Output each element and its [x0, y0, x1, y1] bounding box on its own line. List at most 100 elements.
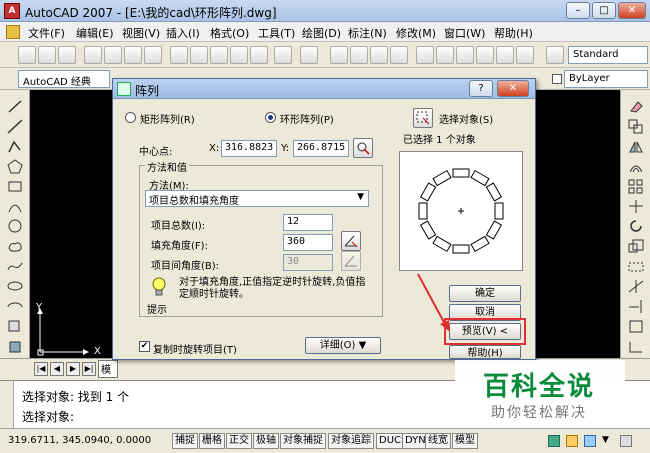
command-grip[interactable]	[0, 381, 14, 429]
ortho-toggle[interactable]: 正交	[226, 433, 252, 449]
copy-icon[interactable]	[190, 46, 208, 64]
dialog-help-button[interactable]: ?	[469, 80, 493, 97]
clean-screen-icon[interactable]	[620, 435, 632, 447]
make-block-icon[interactable]	[6, 338, 24, 355]
osnap-toggle[interactable]: 对象捕捉	[280, 433, 326, 449]
polar-array-radio[interactable]	[265, 112, 276, 123]
comm-center-icon[interactable]	[548, 435, 560, 447]
pick-fill-angle-icon[interactable]	[341, 231, 361, 251]
menu-file[interactable]: 文件(F)	[28, 25, 65, 41]
publish-icon[interactable]	[124, 46, 142, 64]
markup-icon[interactable]	[496, 46, 514, 64]
open-file-icon[interactable]	[38, 46, 56, 64]
model-toggle[interactable]: 模型	[452, 433, 478, 449]
text-style-combo[interactable]: Standard	[568, 46, 648, 64]
color-combo[interactable]: ByLayer	[564, 70, 648, 88]
stretch-icon[interactable]	[627, 258, 645, 275]
first-tab-icon[interactable]: |◀	[34, 362, 48, 376]
menu-modify[interactable]: 修改(M)	[396, 25, 436, 41]
zoom-realtime-icon[interactable]	[350, 46, 368, 64]
tool-palettes-icon[interactable]	[456, 46, 474, 64]
construction-line-icon[interactable]	[6, 118, 24, 135]
copy-object-icon[interactable]	[627, 118, 645, 135]
polar-toggle[interactable]: 极轴	[253, 433, 279, 449]
dialog-close-button[interactable]: ✕	[497, 80, 529, 97]
snap-toggle[interactable]: 捕捉	[172, 433, 198, 449]
prev-tab-icon[interactable]: ◀	[50, 362, 64, 376]
design-center-icon[interactable]	[436, 46, 454, 64]
close-button[interactable]: ✕	[618, 2, 646, 19]
print-icon[interactable]	[84, 46, 102, 64]
menu-tools[interactable]: 工具(T)	[258, 25, 295, 41]
menu-view[interactable]: 视图(V)	[122, 25, 160, 41]
polygon-icon[interactable]	[6, 158, 24, 175]
arc-icon[interactable]	[6, 198, 24, 215]
mirror-icon[interactable]	[627, 138, 645, 155]
grid-toggle[interactable]: 栅格	[199, 433, 225, 449]
block-editor-icon[interactable]	[250, 46, 268, 64]
select-objects-icon[interactable]	[413, 108, 433, 128]
save-icon[interactable]	[58, 46, 76, 64]
otrack-toggle[interactable]: 对象追踪	[328, 433, 374, 449]
plot-icon[interactable]	[144, 46, 162, 64]
paste-icon[interactable]	[210, 46, 228, 64]
details-button[interactable]: 详细(O) ▼	[305, 337, 381, 354]
rotate-icon[interactable]	[627, 218, 645, 235]
select-objects-label[interactable]: 选择对象(S)	[439, 111, 493, 126]
polyline-icon[interactable]	[6, 138, 24, 155]
line-icon[interactable]	[6, 98, 24, 115]
spline-icon[interactable]	[6, 258, 24, 275]
properties-icon[interactable]	[416, 46, 434, 64]
angle-between-field[interactable]: 30	[283, 254, 333, 271]
last-tab-icon[interactable]: ▶|	[82, 362, 96, 376]
tab-model[interactable]: 模	[98, 360, 118, 378]
menu-help[interactable]: 帮助(H)	[494, 25, 533, 41]
center-y-field[interactable]: 266.8715	[293, 140, 349, 157]
menu-edit[interactable]: 编辑(E)	[76, 25, 114, 41]
zoom-window-icon[interactable]	[370, 46, 388, 64]
move-icon[interactable]	[627, 198, 645, 215]
fill-angle-field[interactable]: 360	[283, 234, 333, 251]
pick-angle-between-icon[interactable]	[341, 251, 361, 271]
maximize-button[interactable]: □	[592, 2, 616, 19]
rect-array-radio[interactable]	[125, 112, 136, 123]
calculator-icon[interactable]	[516, 46, 534, 64]
pick-center-icon[interactable]	[353, 138, 373, 158]
tray-settings-icon[interactable]	[584, 435, 596, 447]
scale-icon[interactable]	[627, 238, 645, 255]
offset-icon[interactable]	[627, 158, 645, 175]
lineweight-toggle[interactable]: 线宽	[425, 433, 451, 449]
erase-icon[interactable]	[627, 98, 645, 115]
pan-icon[interactable]	[330, 46, 348, 64]
menu-dimension[interactable]: 标注(N)	[348, 25, 387, 41]
minimize-button[interactable]: –	[566, 2, 590, 19]
match-properties-icon[interactable]	[230, 46, 248, 64]
total-items-field[interactable]: 12	[283, 214, 333, 231]
menu-window[interactable]: 窗口(W)	[444, 25, 485, 41]
polar-array-label[interactable]: 环形阵列(P)	[280, 111, 334, 126]
text-style-icon[interactable]	[546, 46, 564, 64]
new-file-icon[interactable]	[18, 46, 36, 64]
join-icon[interactable]	[627, 338, 645, 355]
method-select[interactable]: 项目总数和填充角度 ▼	[145, 190, 369, 207]
lock-icon[interactable]	[566, 435, 578, 447]
ellipse-arc-icon[interactable]	[6, 298, 24, 315]
trim-icon[interactable]	[627, 278, 645, 295]
ellipse-icon[interactable]	[6, 278, 24, 295]
help-button[interactable]: 帮助(H)	[449, 345, 521, 359]
status-menu-arrow-icon[interactable]: ▼	[602, 435, 609, 445]
rotate-items-checkbox[interactable]: ✔	[139, 341, 150, 352]
rotate-items-label[interactable]: 复制时旋转项目(T)	[153, 341, 237, 356]
break-icon[interactable]	[627, 318, 645, 335]
circle-icon[interactable]	[6, 218, 24, 235]
workspace-combo[interactable]: AutoCAD 经典	[18, 70, 110, 88]
rectangle-icon[interactable]	[6, 178, 24, 195]
insert-block-icon[interactable]	[6, 318, 24, 335]
command-prompt-line[interactable]: 选择对象:	[22, 408, 74, 425]
sheet-set-icon[interactable]	[476, 46, 494, 64]
zoom-previous-icon[interactable]	[390, 46, 408, 64]
menu-insert[interactable]: 插入(I)	[166, 25, 200, 41]
center-x-field[interactable]: 316.8823	[221, 140, 277, 157]
undo-icon[interactable]	[274, 46, 292, 64]
menu-draw[interactable]: 绘图(D)	[302, 25, 341, 41]
